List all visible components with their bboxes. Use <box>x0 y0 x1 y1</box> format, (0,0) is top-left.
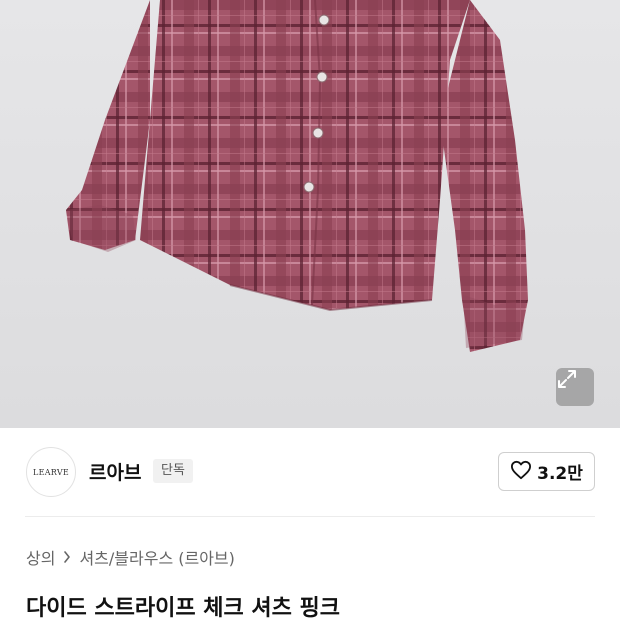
divider <box>25 516 595 517</box>
expand-image-button[interactable] <box>556 368 594 406</box>
heart-icon <box>510 460 532 484</box>
chevron-right-icon <box>63 551 71 563</box>
brand-row: LEARVE 르아브 단독 3.2만 <box>0 428 620 516</box>
exclusive-badge: 단독 <box>153 459 193 483</box>
shirt-image <box>66 0 528 352</box>
brand-logo[interactable]: LEARVE <box>26 447 76 497</box>
like-button[interactable]: 3.2만 <box>498 452 595 491</box>
brand-name[interactable]: 르아브 <box>89 458 141 485</box>
like-count: 3.2만 <box>537 464 583 484</box>
product-image[interactable] <box>0 0 620 428</box>
breadcrumb: 상의 셔츠/블라우스 (르아브) <box>26 545 235 569</box>
brand-logo-text: LEARVE <box>32 467 70 477</box>
breadcrumb-category[interactable]: 상의 <box>26 545 55 569</box>
breadcrumb-subcategory[interactable]: 셔츠/블라우스 (르아브) <box>79 545 234 569</box>
product-title: 다이드 스트라이프 체크 셔츠 핑크 <box>26 596 340 620</box>
